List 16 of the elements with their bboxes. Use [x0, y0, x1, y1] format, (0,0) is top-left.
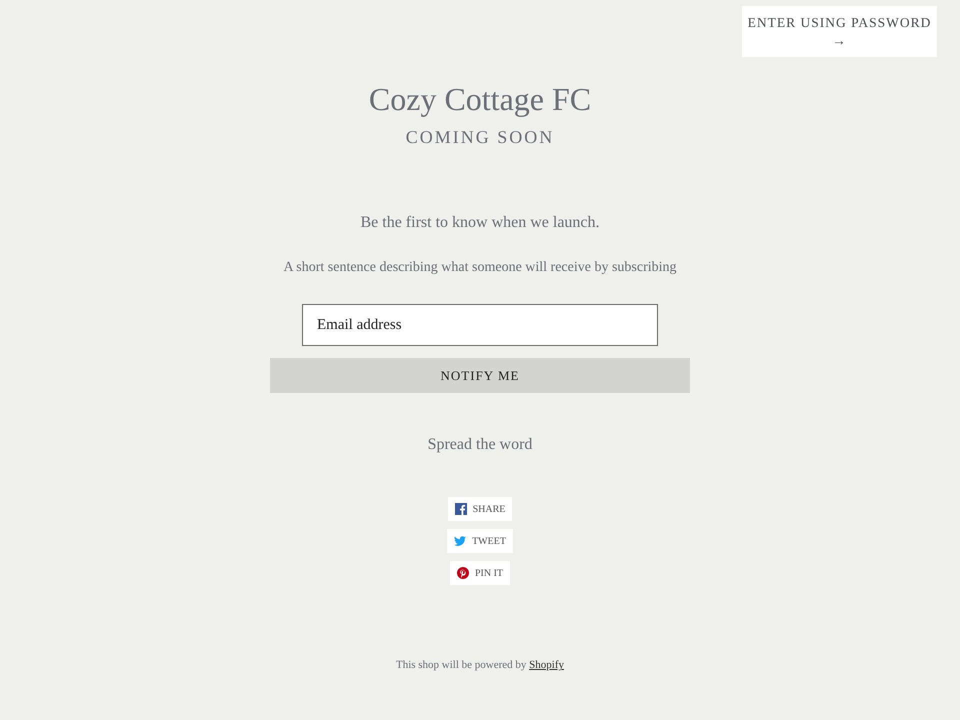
share-button[interactable]: PIN IT — [450, 561, 510, 586]
share-heading: Spread the word — [428, 435, 532, 456]
shop-title: Cozy Cottage FC — [368, 80, 592, 118]
signup-heading: Be the first to know when we launch. — [360, 213, 600, 234]
footer-text: This shop will be powered by Shopify — [396, 658, 564, 674]
coming-soon-subtitle: COMING SOON — [406, 126, 554, 150]
password-button[interactable]: ENTER USING PASSWORD → — [742, 6, 937, 57]
shopify-link[interactable]: Shopify — [529, 659, 564, 672]
square-logo-icon — [454, 503, 467, 516]
notify-button[interactable]: NOTIFY ME — [270, 358, 690, 394]
pin-icon — [456, 567, 469, 580]
bird-icon — [454, 535, 466, 548]
share-button[interactable]: SHARE — [448, 497, 512, 522]
share-button[interactable]: TWEET — [447, 529, 513, 554]
signup-description: A short sentence describing what someone will receive by subscribing — [283, 259, 677, 278]
email-field[interactable]: Email address — [302, 304, 658, 346]
